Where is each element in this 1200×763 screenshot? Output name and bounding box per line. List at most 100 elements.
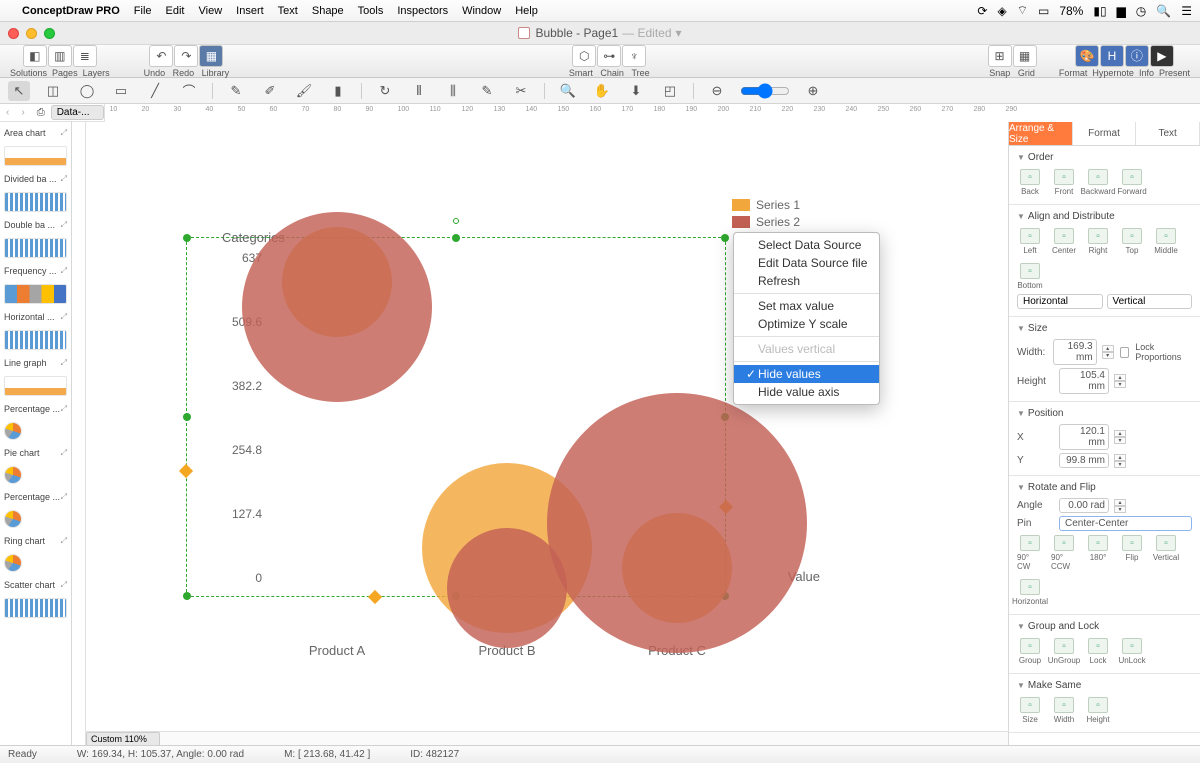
zoom-minus-icon[interactable]: ⊖ [706, 81, 728, 101]
align-icons-top[interactable]: ▫Top [1119, 228, 1145, 255]
order-icons-backward[interactable]: ▫Backward [1085, 169, 1111, 196]
library-item[interactable]: ⤢Frequency ... [0, 260, 71, 282]
menu-insert[interactable]: Insert [236, 5, 264, 17]
rotate-icons-flip[interactable]: ▫Flip [1119, 535, 1145, 571]
library-item[interactable]: ⤢Ring chart [0, 530, 71, 552]
group-icons-ungroup[interactable]: ▫UnGroup [1051, 638, 1077, 665]
angle-stepper[interactable]: ▴▾ [1114, 499, 1126, 513]
library-item[interactable]: ⤢Percentage ... [0, 398, 71, 420]
menu-file[interactable]: File [134, 5, 152, 17]
align-tool[interactable]: ⫴ [408, 81, 430, 101]
library-item[interactable]: ⤢Line graph [0, 352, 71, 374]
menu-text[interactable]: Text [278, 5, 298, 17]
y-stepper[interactable]: ▴▾ [1114, 454, 1126, 468]
hand-tool[interactable]: ✋ [591, 81, 613, 101]
lock-proportions-checkbox[interactable] [1120, 347, 1130, 358]
section-align[interactable]: Align and Distribute [1028, 211, 1115, 222]
same-icons-size[interactable]: ▫Size [1017, 697, 1043, 724]
bubble-series-2[interactable] [242, 212, 432, 402]
section-same[interactable]: Make Same [1028, 680, 1081, 691]
rotate-cw-icon[interactable]: ↻ [374, 81, 396, 101]
tree-button[interactable]: ♆ [622, 45, 646, 67]
wifi-icon[interactable]: ⌔ [1017, 3, 1028, 18]
snap-button[interactable]: ⊞ [988, 45, 1012, 67]
app-name[interactable]: ConceptDraw PRO [22, 5, 120, 17]
ctx-set-max-value[interactable]: Set max value [734, 297, 879, 315]
display-icon[interactable]: ▭ [1038, 4, 1049, 18]
menu-tools[interactable]: Tools [358, 5, 384, 17]
menu-view[interactable]: View [199, 5, 223, 17]
nav-back[interactable]: ‹ [0, 107, 15, 118]
library-item[interactable]: ⤢Divided ba ... [0, 168, 71, 190]
sheet-dropdown[interactable]: Data-... [51, 105, 105, 120]
ctx-refresh[interactable]: Refresh [734, 272, 879, 290]
clock-icon[interactable]: ◷ [1136, 4, 1146, 18]
window-maximize[interactable] [44, 28, 55, 39]
section-order[interactable]: Order [1028, 152, 1054, 163]
present-button[interactable]: ▶ [1150, 45, 1174, 67]
align-icons-center[interactable]: ▫Center [1051, 228, 1077, 255]
library-item[interactable]: ⤢Area chart [0, 122, 71, 144]
battery-icon[interactable]: ▮▯ [1093, 4, 1106, 18]
window-close[interactable] [8, 28, 19, 39]
rotate-icons-90--cw[interactable]: ▫90° CW [1017, 535, 1043, 571]
redo-button[interactable]: ↷ [174, 45, 198, 67]
nav-forward[interactable]: › [15, 107, 30, 118]
hypernote-button[interactable]: H [1100, 45, 1124, 67]
rotate-icons-vertical[interactable]: ▫Vertical [1153, 535, 1179, 571]
pencil-tool[interactable]: ✎ [225, 81, 247, 101]
ctx-hide-value-axis[interactable]: Hide value axis [734, 383, 879, 401]
select-tool[interactable]: ↖ [8, 81, 30, 101]
bubble-series-2[interactable] [547, 393, 807, 653]
flag-icon[interactable]: ▆ [1117, 4, 1126, 18]
x-stepper[interactable]: ▴▾ [1114, 430, 1126, 444]
library-button[interactable]: ▦ [199, 45, 223, 67]
shape-tool-2[interactable]: ▭ [110, 81, 132, 101]
angle-input[interactable]: 0.00 rad [1059, 498, 1109, 513]
ctx-select-data-source[interactable]: Select Data Source [734, 236, 879, 254]
cut-tool[interactable]: ✂ [510, 81, 532, 101]
menu-extras-icon[interactable]: ☰ [1181, 4, 1192, 18]
group-icons-lock[interactable]: ▫Lock [1085, 638, 1111, 665]
tab-format[interactable]: Format [1073, 122, 1137, 145]
width-stepper[interactable]: ▴▾ [1102, 345, 1114, 359]
section-rotate[interactable]: Rotate and Flip [1028, 482, 1096, 493]
tab-arrange-size[interactable]: Arrange & Size [1009, 122, 1073, 145]
order-icons-front[interactable]: ▫Front [1051, 169, 1077, 196]
title-chevron-icon[interactable]: ▾ [676, 26, 682, 40]
rotate-icons-horizontal[interactable]: ▫Horizontal [1017, 579, 1043, 606]
zoom-slider[interactable] [740, 83, 790, 99]
library-item[interactable]: ⤢Scatter chart [0, 574, 71, 596]
shape-tool-1[interactable]: ◯ [76, 81, 98, 101]
download-icon[interactable]: ⬇ [625, 81, 647, 101]
rotate-icons-180-[interactable]: ▫180° [1085, 535, 1111, 571]
format-button[interactable]: 🎨 [1075, 45, 1099, 67]
diamond-icon[interactable]: ◈ [997, 4, 1006, 18]
order-icons-forward[interactable]: ▫Forward [1119, 169, 1145, 196]
library-item[interactable]: ⤢Double ba ... [0, 214, 71, 236]
menu-inspectors[interactable]: Inspectors [397, 5, 448, 17]
nav-extra-icon[interactable]: ⎙ [31, 107, 51, 118]
info-button[interactable]: ⓘ [1125, 45, 1149, 67]
brush-tool[interactable]: 🖌 [293, 81, 315, 101]
section-position[interactable]: Position [1028, 408, 1064, 419]
undo-button[interactable]: ↶ [149, 45, 173, 67]
arc-tool[interactable]: ⌒ [178, 81, 200, 101]
menu-edit[interactable]: Edit [166, 5, 185, 17]
solutions-button[interactable]: ◧ [23, 45, 47, 67]
group-icons-group[interactable]: ▫Group [1017, 638, 1043, 665]
layers-button[interactable]: ≣ [73, 45, 97, 67]
same-icons-width[interactable]: ▫Width [1051, 697, 1077, 724]
height-stepper[interactable]: ▴▾ [1114, 374, 1126, 388]
align-vertical-select[interactable]: Vertical [1107, 294, 1193, 309]
crop-tool[interactable]: ◰ [659, 81, 681, 101]
menu-shape[interactable]: Shape [312, 5, 344, 17]
align-horizontal-select[interactable]: Horizontal [1017, 294, 1103, 309]
library-item[interactable]: ⤢Horizontal ... [0, 306, 71, 328]
pages-button[interactable]: ▥ [48, 45, 72, 67]
y-input[interactable]: 99.8 mm [1059, 453, 1109, 468]
align-icons-left[interactable]: ▫Left [1017, 228, 1043, 255]
section-size[interactable]: Size [1028, 323, 1047, 334]
section-group[interactable]: Group and Lock [1028, 621, 1099, 632]
line-tool[interactable]: ╱ [144, 81, 166, 101]
